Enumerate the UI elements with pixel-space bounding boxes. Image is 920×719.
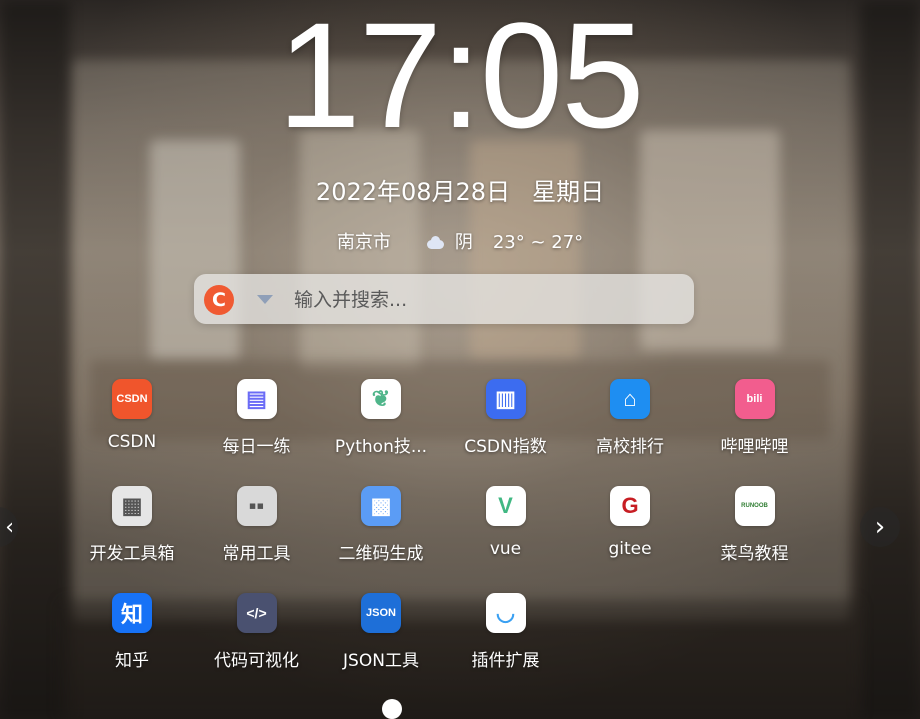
runoob-icon[interactable]: RUNOOB (734, 486, 775, 526)
app-tile[interactable]: ◡ 插件扩展 (444, 589, 568, 671)
chevron-right-icon[interactable]: › (860, 507, 900, 547)
app-tile[interactable]: JSON JSON工具 (319, 589, 443, 671)
app-tile[interactable]: ▥ CSDN指数 (444, 375, 568, 457)
app-label: CSDN指数 (464, 437, 547, 457)
daily-practice-icon[interactable]: ▤ (236, 379, 277, 419)
cloud-icon (425, 236, 445, 249)
zhihu-icon[interactable]: 知 (112, 593, 152, 633)
csdn-icon[interactable]: CSDN (112, 379, 152, 419)
weather-city: 南京市 (336, 232, 391, 253)
app-label: 哔哩哔哩 (720, 437, 789, 457)
date-text: 2022年08月28日 (315, 178, 511, 206)
bilibili-icon[interactable]: bili (734, 379, 775, 419)
app-tile[interactable]: bili 哔哩哔哩 (693, 375, 817, 457)
app-label: CSDN (107, 432, 157, 452)
app-tile[interactable]: Vvue (444, 482, 568, 559)
app-tile[interactable]: CSDN CSDN (70, 375, 194, 452)
app-label: Python技... (334, 437, 428, 457)
date-line: 2022年08月28日 星期日 (0, 172, 920, 207)
chevron-down-icon[interactable] (257, 295, 273, 304)
csdn-index-icon[interactable]: ▥ (485, 379, 526, 419)
app-label: 知乎 (115, 651, 149, 671)
app-tile[interactable]: ⌂ 高校排行 (568, 375, 692, 457)
app-label: 常用工具 (222, 544, 291, 564)
search-bar: C (194, 274, 694, 324)
weather-condition: 阴 (454, 232, 473, 253)
qr-code-icon[interactable]: ▩ (361, 486, 401, 526)
app-label: 高校排行 (596, 437, 664, 457)
gitee-icon[interactable]: G (610, 486, 650, 526)
app-label: vue (489, 539, 522, 559)
app-label: 每日一练 (222, 437, 291, 457)
page-dot-icon[interactable] (382, 699, 402, 719)
weather-temperature: 23° ~ 27° (492, 232, 584, 253)
python-skill-tree-icon[interactable]: ❦ (361, 379, 401, 419)
search-input[interactable] (292, 282, 676, 318)
app-tile[interactable]: Ggitee (568, 482, 692, 559)
app-label: gitee (608, 539, 652, 559)
code-visualization-icon[interactable]: </> (236, 593, 277, 633)
app-label: 插件扩展 (471, 651, 540, 671)
app-tile[interactable]: ❦ Python技... (319, 375, 443, 457)
app-tile[interactable]: 知知乎 (70, 589, 194, 671)
app-label: JSON工具 (343, 651, 419, 671)
app-tile[interactable]: ▩ 二维码生成 (319, 482, 443, 564)
app-label: 菜鸟教程 (720, 544, 789, 564)
weather-line: 南京市 阴 23° ~ 27° (0, 228, 920, 254)
university-ranking-icon[interactable]: ⌂ (610, 379, 650, 419)
app-tile[interactable]: ▤ 每日一练 (195, 375, 319, 457)
app-label: 二维码生成 (338, 544, 424, 564)
dev-toolbox-icon[interactable]: ▦ (112, 486, 152, 526)
app-tile[interactable]: ▦ 开发工具箱 (70, 482, 194, 564)
app-tile[interactable]: </> 代码可视化 (195, 589, 319, 671)
vue-icon[interactable]: V (485, 486, 526, 526)
clock-time: 17:05 (277, 0, 644, 159)
app-label: 开发工具箱 (89, 544, 175, 564)
app-tile[interactable]: ▪▪ 常用工具 (195, 482, 319, 564)
weekday-text: 星期日 (532, 178, 605, 206)
app-tile[interactable]: RUNOOB 菜鸟教程 (693, 482, 817, 564)
plugin-extension-icon[interactable]: ◡ (485, 593, 526, 633)
json-tool-icon[interactable]: JSON (361, 593, 401, 633)
common-tools-icon[interactable]: ▪▪ (236, 486, 277, 526)
app-label: 代码可视化 (214, 651, 299, 671)
csdn-logo-icon[interactable]: C (204, 285, 234, 315)
